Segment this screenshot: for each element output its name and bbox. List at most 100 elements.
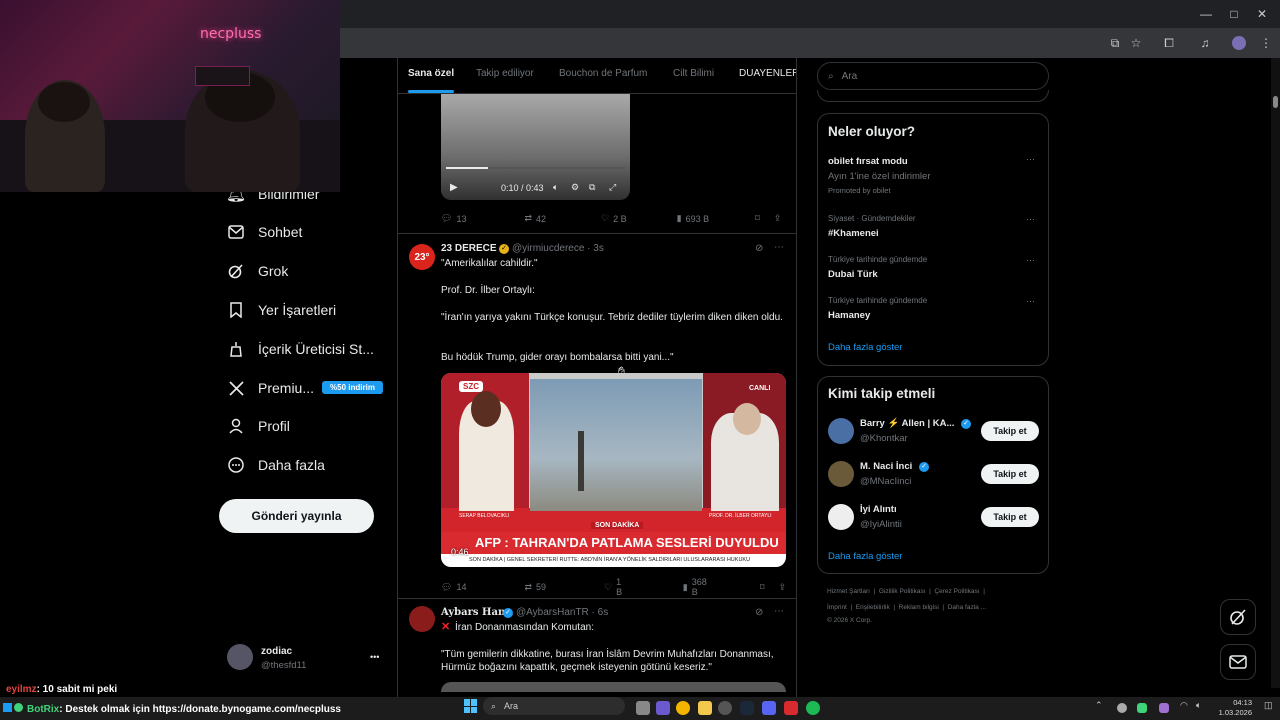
close-window-button[interactable]: ✕	[1254, 6, 1270, 22]
wifi-icon[interactable]: ◠	[1180, 700, 1188, 711]
taskbar-search[interactable]: ⌕ Ara	[483, 697, 625, 715]
tab-for-you[interactable]: Sana özel	[408, 68, 454, 79]
media-control-icon[interactable]: ♫	[1197, 35, 1213, 51]
account-menu-icon[interactable]: •••	[370, 652, 379, 662]
footer-link[interactable]: Gizlilik Politikası	[879, 588, 926, 595]
file-explorer-icon[interactable]	[698, 701, 712, 715]
tray-app-icon[interactable]	[1159, 703, 1169, 713]
settings-gear-icon[interactable]: ⚙	[571, 182, 579, 193]
suggested-name[interactable]: Barry ⚡ Allen | KA...	[860, 418, 954, 429]
footer-link[interactable]: İmprint	[827, 604, 847, 611]
footer-link[interactable]: Erişilebilirlik	[856, 604, 890, 611]
sidebar-item-grok[interactable]: Grok	[226, 253, 288, 289]
tray-app-icon[interactable]	[1117, 703, 1127, 713]
install-app-icon[interactable]: ⧉	[1107, 35, 1123, 51]
play-icon[interactable]: ▶	[450, 182, 458, 193]
scrollbar-thumb[interactable]	[1273, 96, 1278, 108]
follow-button[interactable]: Takip et	[981, 464, 1039, 484]
fullscreen-icon[interactable]: ⤢	[609, 182, 616, 193]
post-author-name[interactable]: 23 DERECE	[441, 243, 497, 254]
suggested-name[interactable]: İyi Alıntı	[860, 504, 897, 515]
bookmark-icon[interactable]: ⌑	[760, 582, 765, 593]
volume-icon[interactable]: 🔈︎	[1196, 700, 1201, 711]
avatar[interactable]	[828, 461, 854, 487]
task-view-icon[interactable]	[636, 701, 650, 715]
views-icon[interactable]: ▮	[677, 213, 682, 224]
post-video[interactable]: SZC CANLI SERAP BELOVACIKLI PROF. DR. İL…	[441, 373, 786, 567]
footer-link[interactable]: Hizmet Şartları	[827, 588, 870, 595]
search-input[interactable]: Ara	[842, 71, 858, 82]
post-author-handle[interactable]: @AybarsHanTR · 6s	[516, 607, 608, 618]
chrome-icon[interactable]	[676, 701, 690, 715]
views-icon[interactable]: ▮	[683, 582, 688, 593]
sidebar-item-premium[interactable]: Premiu...	[226, 370, 314, 406]
share-icon[interactable]: ⇪	[774, 213, 782, 224]
avatar[interactable]	[828, 504, 854, 530]
avatar[interactable]	[409, 606, 435, 632]
more-icon[interactable]: ⋯	[1026, 154, 1035, 165]
follow-button[interactable]: Takip et	[981, 421, 1039, 441]
trend-item[interactable]: Siyaset · Gündemdekiler #Khamenei ⋯	[818, 212, 1048, 246]
taskbar-search-input[interactable]: Ara	[504, 701, 518, 711]
tray-app-icon[interactable]	[1137, 703, 1147, 713]
messages-floating-button[interactable]	[1220, 644, 1256, 680]
repost-icon[interactable]: ⇄	[524, 582, 532, 593]
footer-link[interactable]: Reklam bilgisi	[899, 604, 939, 611]
minimize-button[interactable]: —	[1198, 6, 1214, 22]
repost-icon[interactable]: ⇄	[524, 213, 532, 224]
search-box[interactable]: ⌕ Ara	[817, 62, 1049, 90]
clock-date[interactable]: 1.03.2026	[1212, 708, 1252, 717]
extensions-icon[interactable]: ⧠	[1161, 35, 1177, 51]
more-icon[interactable]: ⋯	[774, 606, 784, 617]
reply-icon[interactable]: 💬︎	[441, 582, 452, 593]
avatar[interactable]: 23°	[409, 244, 435, 270]
scrollbar[interactable]	[1271, 58, 1280, 688]
share-icon[interactable]: ⇪	[778, 582, 786, 593]
widgets-icon[interactable]	[656, 701, 670, 715]
post-button[interactable]: Gönderi yayınla	[219, 499, 374, 533]
trend-item[interactable]: Türkiye tarihinde gündemde Hamaney ⋯	[818, 294, 1048, 328]
post-author-name[interactable]: Aybars Han	[441, 607, 505, 618]
notification-icon[interactable]: ◫	[1264, 700, 1273, 711]
sidebar-item-chat[interactable]: Sohbet	[226, 214, 302, 250]
volume-icon[interactable]: 🔈︎	[553, 182, 558, 193]
reply-icon[interactable]: 💬︎	[441, 213, 452, 224]
windows-start-icon[interactable]	[464, 699, 478, 713]
bookmark-star-icon[interactable]: ☆	[1128, 35, 1144, 51]
clock-time[interactable]: 04:13	[1222, 698, 1252, 707]
trend-item[interactable]: Türkiye tarihinde gündemde Dubai Türk ⋯	[818, 253, 1048, 287]
more-icon[interactable]: ⋯	[774, 242, 784, 253]
follow-button[interactable]: Takip et	[981, 507, 1039, 527]
like-icon[interactable]: ♡	[601, 213, 609, 224]
spotify-icon[interactable]	[806, 701, 820, 715]
sidebar-item-bookmarks[interactable]: Yer İşaretleri	[226, 292, 336, 328]
app-icon[interactable]	[784, 701, 798, 715]
sidebar-item-more[interactable]: Daha fazla	[226, 447, 325, 483]
tray-chevron-icon[interactable]: ⌃	[1095, 700, 1103, 711]
bookmark-icon[interactable]: ⌑	[755, 213, 760, 224]
steam-icon[interactable]	[740, 701, 754, 715]
show-more-link[interactable]: Daha fazla göster	[828, 551, 902, 562]
tab-duayenler[interactable]: DUAYENLER	[739, 68, 796, 79]
show-more-link[interactable]: Daha fazla göster	[828, 342, 902, 353]
obs-icon[interactable]	[718, 701, 732, 715]
trend-item[interactable]: obilet fırsat modu Ayın 1'ine özel indir…	[818, 152, 1048, 204]
tab-bouchon[interactable]: Bouchon de Parfum	[559, 68, 647, 79]
pip-icon[interactable]: ⧉	[589, 182, 595, 193]
tab-following[interactable]: Takip ediliyor	[476, 68, 534, 79]
sidebar-item-profile[interactable]: Profil	[226, 408, 290, 444]
grok-explain-icon[interactable]: ⊘	[755, 243, 763, 254]
more-icon[interactable]: ⋯	[1026, 214, 1035, 225]
suggested-name[interactable]: M. Naci İnci	[860, 461, 912, 472]
post-media-preview[interactable]	[441, 682, 786, 692]
video-player[interactable]: ▶ 0:10 / 0:43 🔈︎ ⚙ ⧉ ⤢	[441, 94, 630, 200]
grok-explain-icon[interactable]: ⊘	[755, 607, 763, 618]
more-icon[interactable]: ⋯	[1026, 296, 1035, 307]
footer-link[interactable]: Çerez Politikası	[934, 588, 979, 595]
browser-menu-icon[interactable]: ⋮	[1258, 35, 1274, 51]
post-author-handle[interactable]: @yirmiucderece · 3s	[512, 243, 604, 254]
maximize-button[interactable]: □	[1226, 6, 1242, 22]
footer-link[interactable]: Daha fazla ...	[948, 604, 986, 611]
tab-cilt-bilimi[interactable]: Cilt Bilimi	[673, 68, 714, 79]
grok-floating-button[interactable]	[1220, 599, 1256, 635]
